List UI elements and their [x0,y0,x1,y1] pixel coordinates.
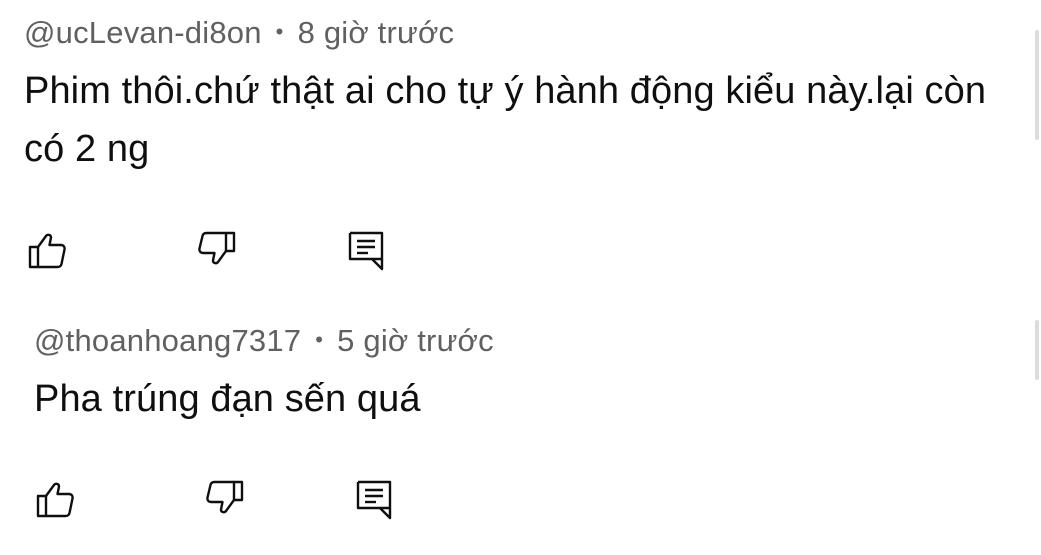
dislike-button[interactable] [194,227,238,271]
reply-button[interactable] [344,227,388,271]
comment-timestamp: 5 giờ trước [337,323,494,358]
scroll-indicator[interactable] [1035,320,1039,380]
reply-comment-icon [348,231,384,271]
reply-button[interactable] [352,476,396,520]
comment-text: Pha trúng đạn sến quá [34,378,421,420]
like-button[interactable] [26,227,70,271]
comment-header: @thoanhoang7317 • 5 giờ trước [34,322,494,362]
scroll-indicator[interactable] [1035,30,1039,140]
comment-timestamp: 8 giờ trước [297,15,455,50]
comment-text: Phim thôi.chứ thật ai cho tự ý hành động… [24,70,987,170]
comment-actions [34,476,394,520]
comment-actions [26,227,386,271]
like-button[interactable] [34,476,78,520]
thumbs-up-icon [28,233,66,269]
reply-comment-icon [356,480,392,520]
separator-dot: • [315,326,324,352]
thumbs-down-icon [206,480,244,514]
comment-author[interactable]: @ucLevan-di8on [24,15,262,50]
separator-dot: • [275,18,284,44]
thumbs-down-icon [198,231,236,265]
thumbs-up-icon [36,482,74,518]
comment-author[interactable]: @thoanhoang7317 [34,323,301,358]
dislike-button[interactable] [202,476,246,520]
comment-header: @ucLevan-di8on • 8 giờ trước [24,14,454,54]
